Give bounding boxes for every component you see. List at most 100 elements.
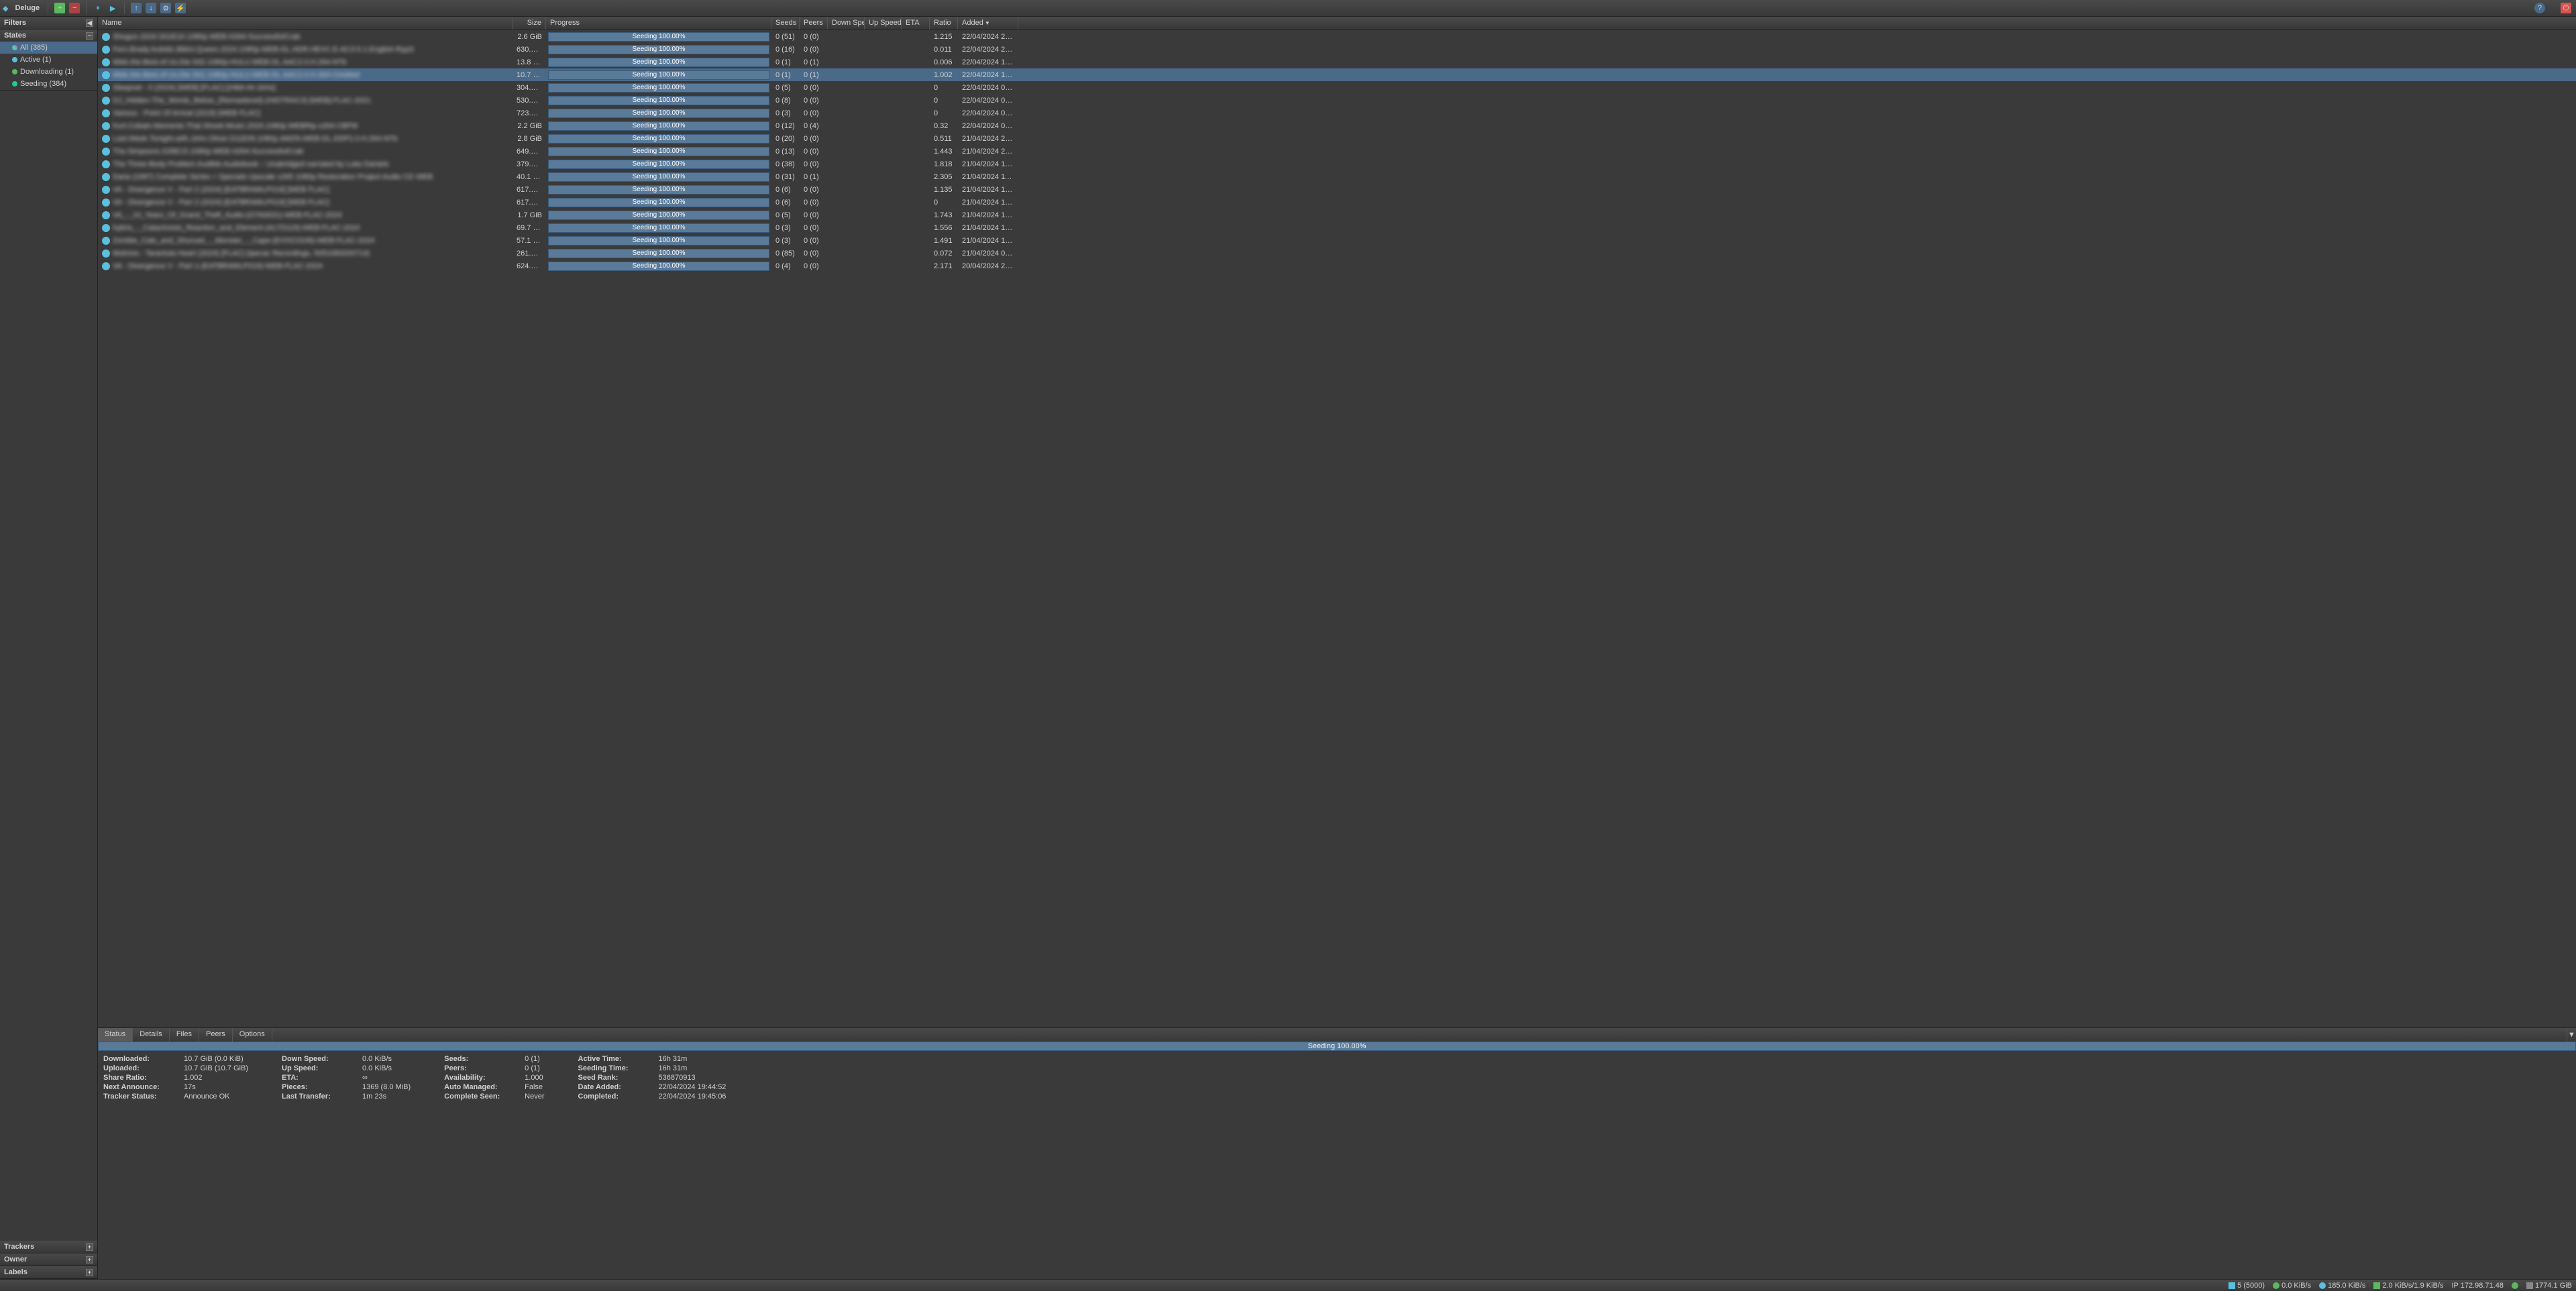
column-added[interactable]: Added▼ — [958, 17, 1018, 30]
progress-bar: Seeding 100.00% — [548, 134, 769, 144]
cell-size: 624.8 MiB — [513, 261, 546, 272]
complete-seen-value: Never — [525, 1092, 544, 1101]
tab-peers[interactable]: Peers — [199, 1028, 233, 1042]
upload-speed-status[interactable]: 185.0 KiB/s — [2319, 1282, 2365, 1290]
cell-progress: Seeding 100.00% — [546, 31, 771, 43]
torrent-row[interactable]: DJ_Hidden-The_Words_Below_(Remastered)-(… — [98, 94, 2576, 107]
torrent-row[interactable]: Mido.the.Best.of.Us.Die.S01.1080p.HULU.W… — [98, 68, 2576, 81]
cell-seeds: 0 (6) — [771, 197, 800, 208]
sidebar-state-item[interactable]: Seeding (384) — [0, 78, 97, 90]
cell-name: VA - Divergence V - Part 2 (2024) [EATBR… — [98, 197, 513, 208]
download-speed-status[interactable]: 0.0 KiB/s — [2273, 1282, 2311, 1290]
grid-body[interactable]: Shogun.2024.S01E10.1080p.WEB.H264-Succes… — [98, 30, 2576, 1027]
tab-status[interactable]: Status — [98, 1028, 133, 1042]
sidebar-state-item[interactable]: Active (1) — [0, 54, 97, 66]
torrent-row[interactable]: VA - Divergence V - Part 2 (2024) [EATBR… — [98, 183, 2576, 196]
column-up-speed[interactable]: Up Speed — [865, 17, 902, 30]
complete-seen-label: Complete Seen: — [444, 1092, 525, 1101]
labels-header[interactable]: Labels + — [0, 1266, 97, 1278]
panel-toggle-button[interactable]: ▼ — [2567, 1028, 2576, 1042]
queue-up-button[interactable]: ↑ — [131, 3, 142, 13]
torrent-row[interactable]: Daria (1997) Complete Series + Specials … — [98, 170, 2576, 183]
torrent-row[interactable]: hybris_-_Catachresis_Reaction_and_Elemen… — [98, 221, 2576, 234]
seeds-value: 0 (1) — [525, 1055, 540, 1063]
dht-icon — [2512, 1282, 2518, 1289]
column-size[interactable]: Size — [513, 17, 546, 30]
cell-added: 21/04/2024 10:36:16 — [958, 197, 1018, 208]
preferences-button[interactable]: ⚙ — [160, 3, 171, 13]
help-button[interactable]: ? — [2534, 3, 2545, 13]
pause-button[interactable]: ⏸ — [93, 3, 103, 13]
logout-button[interactable]: ⏻ — [2561, 3, 2571, 13]
disk-space-status[interactable]: 1774.1 GiB — [2526, 1282, 2572, 1290]
cell-progress: Seeding 100.00% — [546, 69, 771, 81]
states-header[interactable]: States − — [0, 30, 97, 42]
column-seeds[interactable]: Seeds — [771, 17, 800, 30]
states-collapse-button[interactable]: − — [86, 32, 93, 40]
torrent-row[interactable]: Fern.Brady.Autistic.Bikini.Queen.2024.10… — [98, 43, 2576, 56]
tab-details[interactable]: Details — [133, 1028, 170, 1042]
torrent-row[interactable]: VA - Divergence V - Part 1-(EATBRAWLP019… — [98, 260, 2576, 272]
seeding-icon — [102, 186, 110, 194]
main-toolbar: ◆ Deluge + − ⏸ ▶ ↑ ↓ ⚙ ⚡ ? ⏻ — [0, 0, 2576, 17]
torrent-row[interactable]: Mido.the.Best.of.Us.Die.S02.1080p.HULU.W… — [98, 56, 2576, 68]
cell-added: 22/04/2024 19:55:12 — [958, 57, 1018, 68]
tab-options[interactable]: Options — [233, 1028, 272, 1042]
column-progress[interactable]: Progress — [546, 17, 771, 30]
cell-eta — [902, 201, 930, 204]
cell-up-speed — [865, 36, 902, 38]
column-down-speed[interactable]: Down Speed — [828, 17, 865, 30]
column-name[interactable]: Name — [98, 17, 513, 30]
torrent-row[interactable]: Kurt.Cobain.Moments.That.Shook.Music.202… — [98, 119, 2576, 132]
owner-expand-button[interactable]: + — [86, 1256, 93, 1264]
trackers-header[interactable]: Trackers + — [0, 1241, 97, 1253]
remove-torrent-button[interactable]: − — [69, 3, 80, 13]
eta-value: ∞ — [362, 1074, 368, 1082]
torrent-row[interactable]: VA - Divergence V - Part 2 (2024) [EATBR… — [98, 196, 2576, 209]
progress-bar: Seeding 100.00% — [548, 172, 769, 182]
torrent-row[interactable]: Last.Week.Tonight.with.John.Oliver.S11E0… — [98, 132, 2576, 145]
torrent-row[interactable]: Sleepnet - II (2024) [WEB] [FLAC] [24bit… — [98, 81, 2576, 94]
sidebar-state-item[interactable]: All (385) — [0, 42, 97, 54]
column-peers[interactable]: Peers — [800, 17, 828, 30]
cell-seeds: 0 (3) — [771, 235, 800, 246]
connection-manager-button[interactable]: ⚡ — [175, 3, 186, 13]
labels-expand-button[interactable]: + — [86, 1269, 93, 1276]
cell-seeds: 0 (5) — [771, 210, 800, 221]
torrent-row[interactable]: Shogun.2024.S01E10.1080p.WEB.H264-Succes… — [98, 30, 2576, 43]
connections-status[interactable]: 5 (5000) — [2229, 1282, 2265, 1290]
ip-status: IP 172.98.71.48 — [2451, 1282, 2503, 1290]
dht-status[interactable] — [2512, 1282, 2518, 1289]
help-icon: ? — [2538, 4, 2542, 12]
cell-ratio: 0.011 — [930, 44, 958, 55]
cell-name: VA - Divergence V - Part 2 (2024) [EATBR… — [98, 184, 513, 195]
cell-progress: Seeding 100.00% — [546, 133, 771, 145]
protocol-traffic-status[interactable]: 2.0 KiB/s/1.9 KiB/s — [2373, 1282, 2443, 1290]
tab-files[interactable]: Files — [170, 1028, 199, 1042]
resume-button[interactable]: ▶ — [107, 3, 118, 13]
torrent-row[interactable]: The.Simpsons.S35E15.1080p.WEB.H264-Succe… — [98, 145, 2576, 158]
cell-size: 530.1 MiB — [513, 95, 546, 106]
cell-name: Shogun.2024.S01E10.1080p.WEB.H264-Succes… — [98, 32, 513, 42]
torrent-row[interactable]: Various - Point Of Arrival (2019) [WEB F… — [98, 107, 2576, 119]
cell-eta — [902, 150, 930, 153]
torrent-row[interactable]: VA_-_10_Years_Of_Grand_Theft_Audio-(GTA0… — [98, 209, 2576, 221]
cell-size: 304.0 MiB — [513, 82, 546, 93]
cell-up-speed — [865, 163, 902, 166]
add-torrent-button[interactable]: + — [54, 3, 65, 13]
queue-down-button[interactable]: ↓ — [146, 3, 156, 13]
owner-header[interactable]: Owner + — [0, 1253, 97, 1266]
torrent-row[interactable]: The Three-Body Problem Audible Audiobook… — [98, 158, 2576, 170]
sidebar-collapse-button[interactable]: ◀ — [86, 19, 93, 27]
progress-bar: Seeding 100.00% — [548, 147, 769, 156]
column-ratio[interactable]: Ratio — [930, 17, 958, 30]
sidebar-state-item[interactable]: Downloading (1) — [0, 66, 97, 78]
availability-value: 1.000 — [525, 1074, 543, 1082]
torrent-row[interactable]: Zombie_Cats_and_Shunuet_-_Monster_-_Cape… — [98, 234, 2576, 247]
cell-progress: Seeding 100.00% — [546, 107, 771, 119]
minus-icon: − — [72, 4, 76, 12]
column-eta[interactable]: ETA — [902, 17, 930, 30]
seeding-time-label: Seeding Time: — [578, 1064, 659, 1072]
trackers-expand-button[interactable]: + — [86, 1243, 93, 1251]
torrent-row[interactable]: Motmos - Tarantula Heart (2024) [FLAC] (… — [98, 247, 2576, 260]
